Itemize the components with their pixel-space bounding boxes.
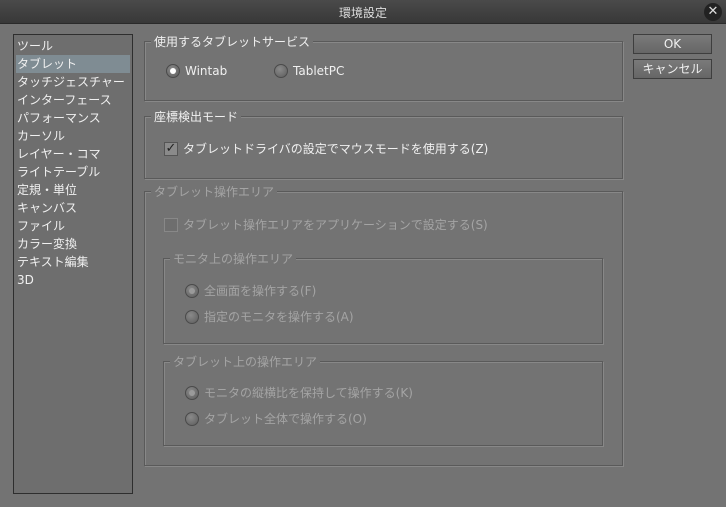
radio-icon[interactable]: [185, 309, 199, 324]
checkbox-icon[interactable]: [164, 217, 178, 232]
radio-tabletpc[interactable]: TabletPC: [274, 64, 344, 78]
close-icon[interactable]: ✕: [704, 3, 722, 21]
group-legend: 使用するタブレットサービス: [151, 33, 314, 50]
radio-label: タブレット全体で操作する(O): [204, 412, 367, 426]
radio-label: 全画面を操作する(F): [204, 284, 317, 298]
tablet-surface-area-group: タブレット上の操作エリア モニタの縦横比を保持して操作する(K) タブレット全体…: [163, 353, 603, 446]
app-area-checkbox[interactable]: タブレット操作エリアをアプリケーションで設定する(S): [164, 216, 488, 233]
tablet-area-group: タブレット操作エリア タブレット操作エリアをアプリケーションで設定する(S) モ…: [144, 183, 623, 466]
checkbox-label: タブレット操作エリアをアプリケーションで設定する(S): [183, 218, 488, 232]
sidebar-item[interactable]: テキスト編集: [14, 253, 132, 271]
tablet-service-group: 使用するタブレットサービス Wintab TabletPC: [144, 33, 623, 101]
sidebar-item[interactable]: パフォーマンス: [14, 109, 132, 127]
title-bar: 環境設定 ✕: [0, 0, 726, 24]
radio-specified-monitor[interactable]: 指定のモニタを操作する(A): [185, 308, 354, 325]
sidebar-item[interactable]: カーソル: [14, 127, 132, 145]
radio-icon[interactable]: [185, 385, 199, 400]
radio-whole-tablet[interactable]: タブレット全体で操作する(O): [185, 410, 367, 427]
radio-icon[interactable]: [166, 64, 180, 78]
radio-icon[interactable]: [274, 64, 288, 78]
ok-button[interactable]: OK: [633, 34, 712, 54]
sidebar-item[interactable]: インターフェース: [14, 91, 132, 109]
sidebar-item[interactable]: ライトテーブル: [14, 163, 132, 181]
radio-icon[interactable]: [185, 411, 199, 426]
sidebar-item[interactable]: タブレット: [16, 55, 130, 73]
group-legend: モニタ上の操作エリア: [170, 250, 297, 267]
sidebar-item[interactable]: 3D: [14, 271, 132, 289]
radio-label: TabletPC: [293, 64, 345, 78]
sidebar-item[interactable]: ツール: [14, 37, 132, 55]
sidebar-item[interactable]: カラー変換: [14, 235, 132, 253]
mouse-mode-checkbox[interactable]: ✓ タブレットドライバの設定でマウスモードを使用する(Z): [164, 140, 488, 157]
monitor-area-group: モニタ上の操作エリア 全画面を操作する(F) 指定のモニタを操作する(A): [163, 250, 603, 344]
coordinate-mode-group: 座標検出モード ✓ タブレットドライバの設定でマウスモードを使用する(Z): [144, 108, 623, 179]
window-title: 環境設定: [338, 6, 387, 20]
group-legend: 座標検出モード: [151, 108, 242, 125]
sidebar-item[interactable]: 定規・単位: [14, 181, 132, 199]
checkbox-label: タブレットドライバの設定でマウスモードを使用する(Z): [183, 142, 489, 156]
category-list[interactable]: ツール タブレット タッチジェスチャー インターフェース パフォーマンス カーソル レイヤー…: [13, 34, 133, 494]
radio-icon[interactable]: [185, 283, 199, 298]
group-legend: タブレット操作エリア: [151, 183, 278, 200]
group-legend: タブレット上の操作エリア: [170, 353, 321, 370]
checkmark-icon[interactable]: ✓: [164, 141, 178, 156]
radio-label: Wintab: [185, 64, 228, 78]
radio-wintab[interactable]: Wintab: [166, 64, 227, 78]
radio-label: モニタの縦横比を保持して操作する(K): [204, 386, 413, 400]
cancel-button[interactable]: キャンセル: [633, 59, 712, 79]
sidebar-item[interactable]: キャンバス: [14, 199, 132, 217]
sidebar-item[interactable]: ファイル: [14, 217, 132, 235]
sidebar-item[interactable]: レイヤー・コマ: [14, 145, 132, 163]
sidebar-item[interactable]: タッチジェスチャー: [14, 73, 132, 91]
radio-keep-ratio[interactable]: モニタの縦横比を保持して操作する(K): [185, 384, 413, 401]
radio-label: 指定のモニタを操作する(A): [204, 310, 354, 324]
radio-full-screen[interactable]: 全画面を操作する(F): [185, 282, 316, 299]
